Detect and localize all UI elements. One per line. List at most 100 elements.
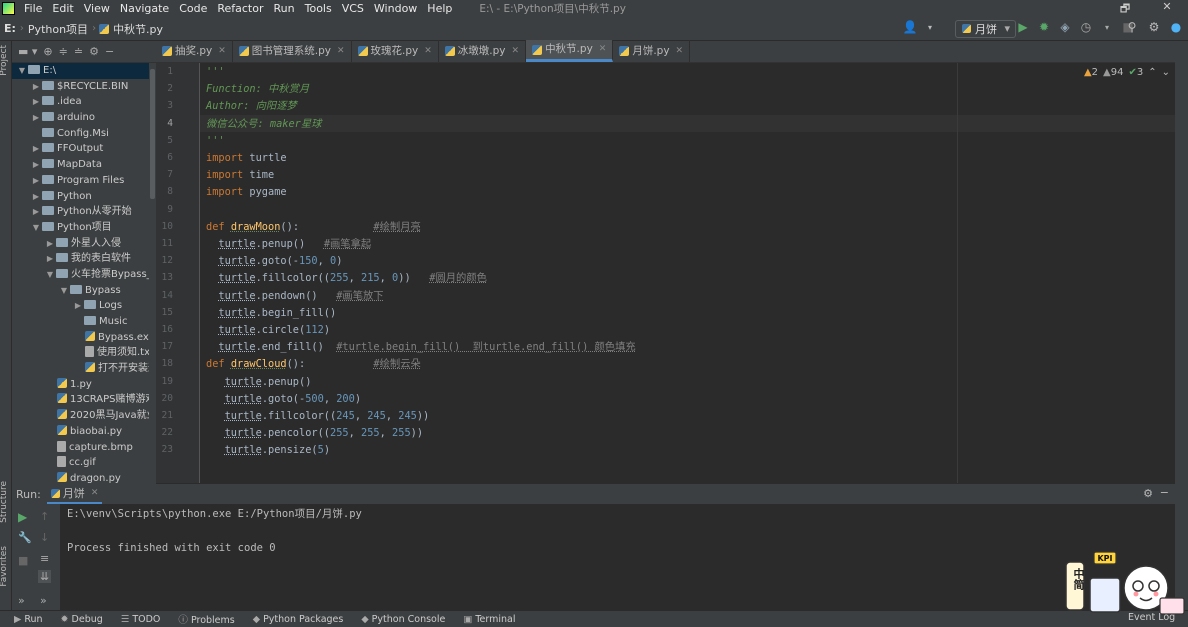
editor-tab[interactable]: 抽奖.py ✕ (156, 40, 233, 62)
tree-item[interactable]: ▶ arduino (12, 110, 156, 126)
menu-help[interactable]: Help (422, 2, 457, 15)
tree-item[interactable]: ▶ Logs (12, 298, 156, 314)
toolwindow-debug-button[interactable]: ✹ Debug (61, 614, 103, 625)
chevron-right-icon[interactable]: ▶ (30, 173, 42, 189)
menu-view[interactable]: View (79, 2, 115, 15)
editor-tab[interactable]: 冰墩墩.py ✕ (439, 40, 527, 62)
menu-file[interactable]: File (19, 2, 47, 15)
favorites-tool-tab[interactable]: Favorites (0, 546, 9, 587)
tree-item[interactable]: ▼ Bypass (12, 283, 156, 299)
tree-item[interactable]: ▶ $RECYCLE.BIN (12, 79, 156, 95)
toolwindow-run-button[interactable]: ▶ Run (14, 614, 43, 625)
toolwindow-todo-button[interactable]: ☰ TODO (121, 614, 161, 625)
profile-icon[interactable]: ◷ (1078, 20, 1094, 34)
toolwindow-problems-button[interactable]: ⓘ Problems (178, 612, 234, 626)
tree-item[interactable]: 2020黑马Java就业 (12, 408, 156, 424)
tree-item[interactable]: Config.Msi (12, 126, 156, 142)
scroll-to-end-icon[interactable]: ⇊ (38, 570, 52, 583)
tree-item[interactable]: 打不开安装这 (12, 361, 156, 377)
user-icon[interactable]: 👤 (902, 20, 918, 34)
chevron-down-icon[interactable]: ▾ (1099, 23, 1115, 32)
gear-icon[interactable]: ⚙ (1146, 20, 1162, 34)
tree-item[interactable]: ▶ MapData (12, 157, 156, 173)
wrench-icon[interactable]: 🔧 (18, 531, 32, 544)
chevron-right-icon[interactable]: ▶ (30, 141, 42, 157)
structure-tool-tab[interactable]: Structure (0, 481, 9, 523)
chevron-right-icon[interactable]: ▶ (44, 236, 56, 252)
close-icon[interactable]: ✕ (337, 41, 345, 62)
inspection-widget[interactable]: ▲2 ▲94 ✔3 ⌃ ⌄ (1084, 67, 1170, 78)
close-icon[interactable]: ✕ (424, 41, 432, 62)
warning-count[interactable]: ▲2 (1084, 67, 1098, 78)
tree-item[interactable]: ▶ 我的表白软件 (12, 251, 156, 267)
close-icon[interactable]: ✕ (512, 41, 520, 62)
chevron-right-icon[interactable]: ▶ (30, 204, 42, 220)
gear-icon[interactable]: ⚙ (89, 45, 99, 58)
close-icon[interactable]: ✕ (218, 41, 226, 62)
tree-item[interactable]: 13CRAPS赌博游戏 (12, 392, 156, 408)
tree-item[interactable]: ▶ .idea (12, 94, 156, 110)
next-highlight-icon[interactable]: ⌄ (1162, 67, 1170, 78)
menu-refactor[interactable]: Refactor (212, 2, 268, 15)
restore-window-button[interactable]: 🗗 (1104, 0, 1146, 17)
chevron-right-icon[interactable]: ▶ (30, 110, 42, 126)
close-icon[interactable]: ✕ (676, 41, 684, 62)
weak-warning-count[interactable]: ▲94 (1103, 67, 1123, 78)
ide-update-icon[interactable]: ● (1168, 20, 1184, 34)
tree-item[interactable]: 使用须知.txt (12, 345, 156, 361)
chevron-right-icon[interactable]: ▶ (30, 189, 42, 205)
chevron-right-icon[interactable]: ▶ (44, 251, 56, 267)
menu-vcs[interactable]: VCS (337, 2, 369, 15)
editor-tab[interactable]: 玫瑰花.py ✕ (352, 40, 439, 62)
tree-item[interactable]: ▼ 火车抢票Bypass_1. (12, 267, 156, 283)
tree-item[interactable]: biaobai.py (12, 424, 156, 440)
tree-item[interactable]: cc.gif (12, 455, 156, 471)
tree-item[interactable]: ▼ Python项目 (12, 220, 156, 236)
coverage-icon[interactable]: ◈ (1057, 20, 1073, 34)
debug-icon[interactable]: ✹ (1036, 20, 1052, 34)
tree-item[interactable]: 1.py (12, 377, 156, 393)
menu-run[interactable]: Run (269, 2, 300, 15)
toolwindow-python-packages-button[interactable]: ◆ Python Packages (253, 614, 344, 625)
gear-icon[interactable]: ⚙ (1143, 487, 1153, 500)
breadcrumb-folder[interactable]: Python项目 (24, 21, 92, 37)
collapse-all-icon[interactable]: ≐ (74, 45, 83, 58)
previous-highlight-icon[interactable]: ⌃ (1148, 67, 1156, 78)
menu-navigate[interactable]: Navigate (115, 2, 174, 15)
hide-icon[interactable]: − (1160, 486, 1169, 499)
editor-tab[interactable]: 月饼.py ✕ (613, 40, 691, 62)
breadcrumb-drive[interactable]: E: (0, 22, 20, 35)
menu-window[interactable]: Window (369, 2, 422, 15)
tree-item[interactable]: dragon.py (12, 471, 156, 484)
toolwindow-terminal-button[interactable]: ▣ Terminal (463, 614, 515, 625)
menu-code[interactable]: Code (174, 2, 212, 15)
expand-all-icon[interactable]: ≑ (59, 45, 68, 58)
run-icon[interactable]: ▶ (1015, 20, 1031, 34)
close-icon[interactable]: ✕ (91, 488, 99, 498)
scroll-up-icon[interactable]: ↑ (40, 510, 49, 523)
chevron-down-icon[interactable]: ▾ (922, 23, 938, 32)
tree-item[interactable]: ▼ E:\ (12, 63, 156, 79)
menu-tools[interactable]: Tools (300, 2, 337, 15)
toolwindow-python-console-button[interactable]: ◆ Python Console (361, 614, 445, 625)
close-window-button[interactable]: ✕ (1146, 0, 1188, 17)
hide-icon[interactable]: − (105, 45, 114, 58)
tree-item[interactable]: capture.bmp (12, 440, 156, 456)
tree-item[interactable]: ▶ Python (12, 189, 156, 205)
tree-item[interactable]: ▶ Program Files (12, 173, 156, 189)
chevron-right-icon[interactable]: ▶ (72, 298, 84, 314)
ok-count[interactable]: ✔3 (1128, 67, 1143, 78)
more-icon[interactable]: » (40, 594, 47, 607)
more-icon[interactable]: » (18, 594, 25, 607)
editor-tab[interactable]: 图书管理系统.py ✕ (233, 40, 352, 62)
soft-wrap-icon[interactable]: ≡ (40, 552, 49, 565)
chevron-down-icon[interactable]: ▼ (44, 267, 56, 283)
code-editor[interactable]: 1 2 3 4 5 6 7 8 9 10 11 12 13 14 15 16 17 18 19 20 21 22 23 ''… (156, 63, 1188, 483)
chevron-right-icon[interactable]: ▶ (30, 79, 42, 95)
tree-item[interactable]: ▶ 外星人入侵 (12, 236, 156, 252)
tree-item[interactable]: ▶ FFOutput (12, 141, 156, 157)
chevron-down-icon[interactable]: ▼ (30, 220, 42, 236)
menu-edit[interactable]: Edit (47, 2, 78, 15)
project-tool-tab[interactable]: Project (0, 45, 9, 76)
chevron-down-icon[interactable]: ▼ (58, 283, 70, 299)
